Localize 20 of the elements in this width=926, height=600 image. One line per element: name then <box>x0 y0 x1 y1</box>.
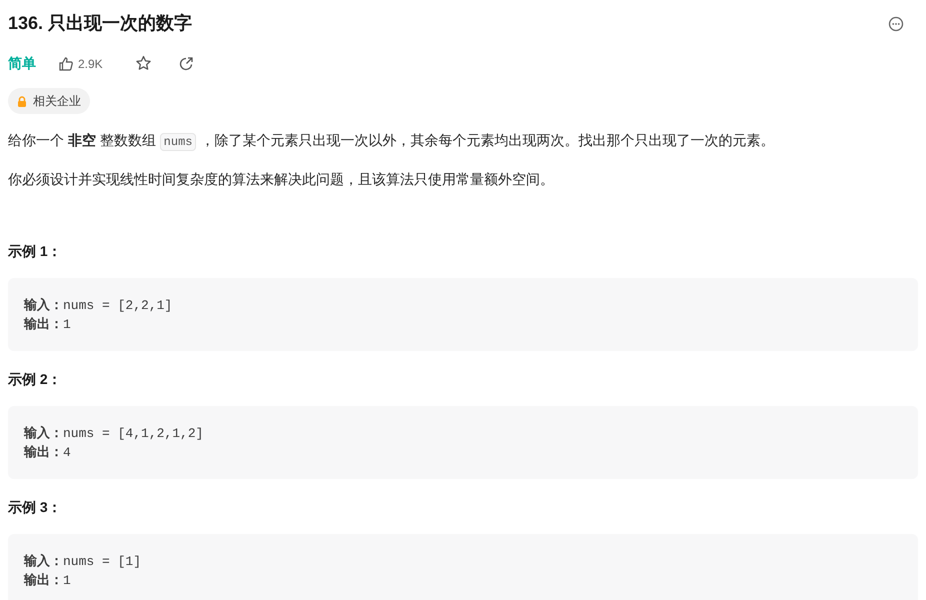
example-line: 输出：4 <box>24 444 72 462</box>
star-icon[interactable] <box>134 55 152 72</box>
example-line: 输入：nums = [2,2,1] <box>24 296 174 315</box>
example-line: 输入：nums = [4,1,2,1,2] <box>24 424 204 443</box>
example-heading: 示例 3： <box>8 498 63 517</box>
example-line: 输出：1 <box>24 572 72 590</box>
description-paragraph: 你必须设计并实现线性时间复杂度的算法来解决此问题，且该算法只使用常量额外空间。 <box>8 170 555 189</box>
like-button[interactable]: 2.9K <box>58 54 103 72</box>
share-icon[interactable] <box>178 56 194 72</box>
example-line: 输入：nums = [1] <box>24 552 142 571</box>
difficulty-label: 简单 <box>8 54 36 73</box>
example-heading: 示例 2： <box>8 370 63 389</box>
problem-title: 136. 只出现一次的数字 <box>8 12 192 35</box>
thumbs-up-icon <box>58 56 74 72</box>
example-heading: 示例 1： <box>8 242 63 261</box>
related-companies-tag[interactable]: 相关企业 <box>8 88 90 114</box>
more-icon[interactable] <box>888 16 904 32</box>
lock-icon <box>17 96 27 106</box>
description-paragraph: 给你一个 非空 整数数组 nums ，除了某个元素只出现一次以外，其余每个元素均出现两次。找出那个只出现了一次的元素。 <box>8 131 776 152</box>
example-line: 输出：1 <box>24 316 72 334</box>
